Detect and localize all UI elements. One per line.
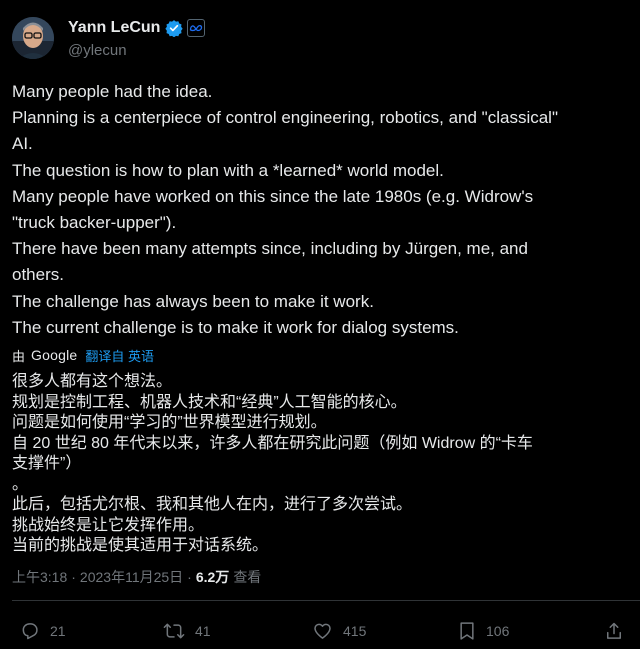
views-count[interactable]: 6.2万	[196, 567, 229, 587]
translated-line: 。	[12, 475, 29, 493]
repost-button[interactable]: 41	[163, 618, 211, 644]
views-label: 查看	[233, 569, 262, 585]
tweet-meta: 上午3:18 · 2023年11月25日 · 6.2万 查看	[12, 566, 261, 588]
translation-attribution: 由 Google 翻译自 英语	[12, 344, 154, 366]
meta-logo-icon[interactable]	[187, 19, 206, 37]
tweet-date[interactable]: 2023年11月25日	[80, 567, 183, 587]
name-row: Yann LeCun	[68, 17, 206, 39]
translated-line: 挑战始终是让它发挥作用。	[12, 516, 205, 534]
meta-separator: ·	[187, 569, 192, 585]
tweet-line: others.	[12, 265, 64, 285]
translated-line: 自 20 世纪 80 年代末以来，许多人都在研究此问题（例如 Widrow 的“…	[12, 434, 533, 452]
reply-count: 21	[50, 623, 66, 639]
repost-icon	[163, 621, 185, 641]
tweet-line: Planning is a centerpiece of control eng…	[12, 108, 558, 128]
reply-button[interactable]: 21	[20, 618, 66, 644]
tweet-line: The challenge has always been to make it…	[12, 291, 374, 311]
tweet-line: "truck backer-upper").	[12, 213, 177, 233]
translated-line: 支撑件”）	[12, 455, 82, 472]
tweet-header: Yann LeCun @ylecun	[12, 14, 206, 62]
meta-separator: ·	[71, 569, 76, 585]
verified-badge-icon[interactable]	[165, 19, 184, 38]
bookmark-button[interactable]: 106	[458, 618, 509, 644]
display-name[interactable]: Yann LeCun	[68, 19, 160, 37]
repost-count: 41	[195, 623, 211, 639]
tweet-line: There have been many attempts since, inc…	[12, 239, 528, 259]
tweet-line: AI.	[12, 134, 33, 154]
translated-text: 很多人都有这个想法。 规划是控制工程、机器人技术和“经典”人工智能的核心。 问题…	[12, 372, 634, 557]
tweet-time[interactable]: 上午3:18	[12, 567, 67, 587]
bookmark-icon	[458, 621, 476, 641]
translated-line: 规划是控制工程、机器人技术和“经典”人工智能的核心。	[12, 393, 407, 411]
tweet-text: Many people had the idea. Planning is a …	[12, 79, 634, 341]
divider	[12, 600, 640, 601]
like-button[interactable]: 415	[312, 618, 366, 644]
tweet: Yann LeCun @ylecun Many people had the i…	[0, 0, 640, 649]
handle[interactable]: @ylecun	[68, 42, 205, 59]
bookmark-count: 106	[486, 623, 510, 639]
reply-icon	[20, 621, 40, 641]
share-icon	[605, 621, 623, 641]
translated-from-link[interactable]: 翻译自 英语	[85, 346, 154, 365]
translated-by-label: 由	[12, 348, 26, 364]
translated-line: 当前的挑战是使其适用于对话系统。	[12, 537, 269, 554]
tweet-line: Many people had the idea.	[12, 82, 213, 101]
like-count: 415	[343, 623, 367, 639]
user-info: Yann LeCun @ylecun	[68, 17, 206, 59]
action-bar: 21 41 415 106	[0, 618, 640, 644]
like-icon	[312, 621, 333, 641]
tweet-line: Many people have worked on this since th…	[12, 186, 534, 206]
avatar[interactable]	[12, 17, 54, 59]
translated-line: 此后，包括尤尔根、我和其他人在内，进行了多次尝试。	[12, 496, 413, 513]
translated-line: 很多人都有这个想法。	[12, 373, 173, 390]
share-button[interactable]	[605, 618, 623, 644]
translated-line: 问题是如何使用“学习的”世界模型进行规划。	[12, 414, 327, 431]
google-logo: Google	[31, 347, 78, 363]
tweet-line: The current challenge is to make it work…	[12, 317, 459, 337]
tweet-line: The question is how to plan with a *lear…	[12, 160, 444, 180]
